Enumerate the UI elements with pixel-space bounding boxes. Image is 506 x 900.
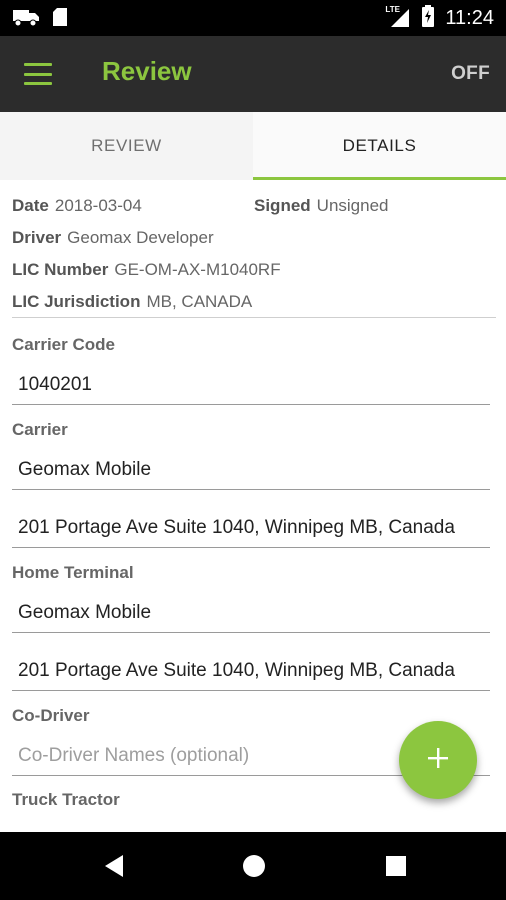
lic-number-row: LIC Number GE-OM-AX-M1040RF	[12, 260, 281, 280]
home-terminal-label: Home Terminal	[12, 563, 134, 582]
hamburger-menu-icon[interactable]	[24, 63, 52, 85]
carrier-code-label: Carrier Code	[12, 335, 115, 354]
co-driver-label: Co-Driver	[12, 706, 90, 725]
home-terminal-name-value: Geomax Mobile	[18, 602, 152, 623]
carrier-address-field[interactable]: 201 Portage Ave Suite 1040, Winnipeg MB,…	[12, 508, 490, 548]
plus-icon	[426, 746, 450, 774]
truck-tractor-label: Truck Tractor	[12, 790, 120, 809]
back-icon[interactable]	[100, 852, 128, 880]
driver-row: Driver Geomax Developer	[12, 228, 214, 248]
sd-card-icon	[52, 7, 68, 31]
divider	[12, 317, 496, 318]
truck-icon	[12, 7, 40, 31]
signed-row: Signed Unsigned	[254, 196, 389, 216]
signal-icon: LTE	[385, 5, 411, 29]
carrier-label: Carrier	[12, 420, 68, 439]
status-bar: LTE 11:24	[0, 0, 506, 36]
carrier-address-value: 201 Portage Ave Suite 1040, Winnipeg MB,…	[18, 517, 455, 538]
home-terminal-name-field[interactable]: Geomax Mobile	[12, 593, 490, 633]
carrier-code-value: 1040201	[18, 374, 92, 395]
tab-details[interactable]: DETAILS	[253, 112, 506, 180]
signed-label: Signed	[254, 196, 311, 215]
battery-charging-icon	[421, 5, 435, 31]
lic-number-label: LIC Number	[12, 260, 109, 279]
network-type: LTE	[385, 5, 400, 14]
app-bar: Review OFF	[0, 36, 506, 112]
date-label: Date	[12, 196, 49, 215]
home-terminal-address-value: 201 Portage Ave Suite 1040, Winnipeg MB,…	[18, 660, 455, 681]
lic-number-value: GE-OM-AX-M1040RF	[114, 260, 281, 279]
home-terminal-address-field[interactable]: 201 Portage Ave Suite 1040, Winnipeg MB,…	[12, 651, 490, 691]
off-toggle-button[interactable]: OFF	[451, 63, 490, 85]
tab-bar: REVIEW DETAILS	[0, 112, 506, 180]
lic-jurisdiction-value: MB, CANADA	[146, 292, 253, 311]
driver-value: Geomax Developer	[67, 228, 214, 247]
add-fab-button[interactable]	[399, 721, 477, 799]
home-icon[interactable]	[240, 852, 268, 880]
date-value: 2018-03-04	[54, 196, 142, 215]
carrier-code-field[interactable]: 1040201	[12, 365, 490, 405]
driver-label: Driver	[12, 228, 62, 247]
clock: 11:24	[445, 6, 494, 29]
page-title: Review	[102, 56, 192, 86]
carrier-name-value: Geomax Mobile	[18, 459, 152, 480]
date-row: Date 2018-03-04	[12, 196, 142, 216]
signed-value: Unsigned	[316, 196, 389, 215]
recents-icon[interactable]	[382, 852, 410, 880]
carrier-name-field[interactable]: Geomax Mobile	[12, 450, 490, 490]
tab-review[interactable]: REVIEW	[0, 112, 253, 180]
system-nav-bar	[0, 832, 506, 900]
lic-jurisdiction-label: LIC Jurisdiction	[12, 292, 141, 311]
lic-jurisdiction-row: LIC Jurisdiction MB, CANADA	[12, 292, 252, 312]
